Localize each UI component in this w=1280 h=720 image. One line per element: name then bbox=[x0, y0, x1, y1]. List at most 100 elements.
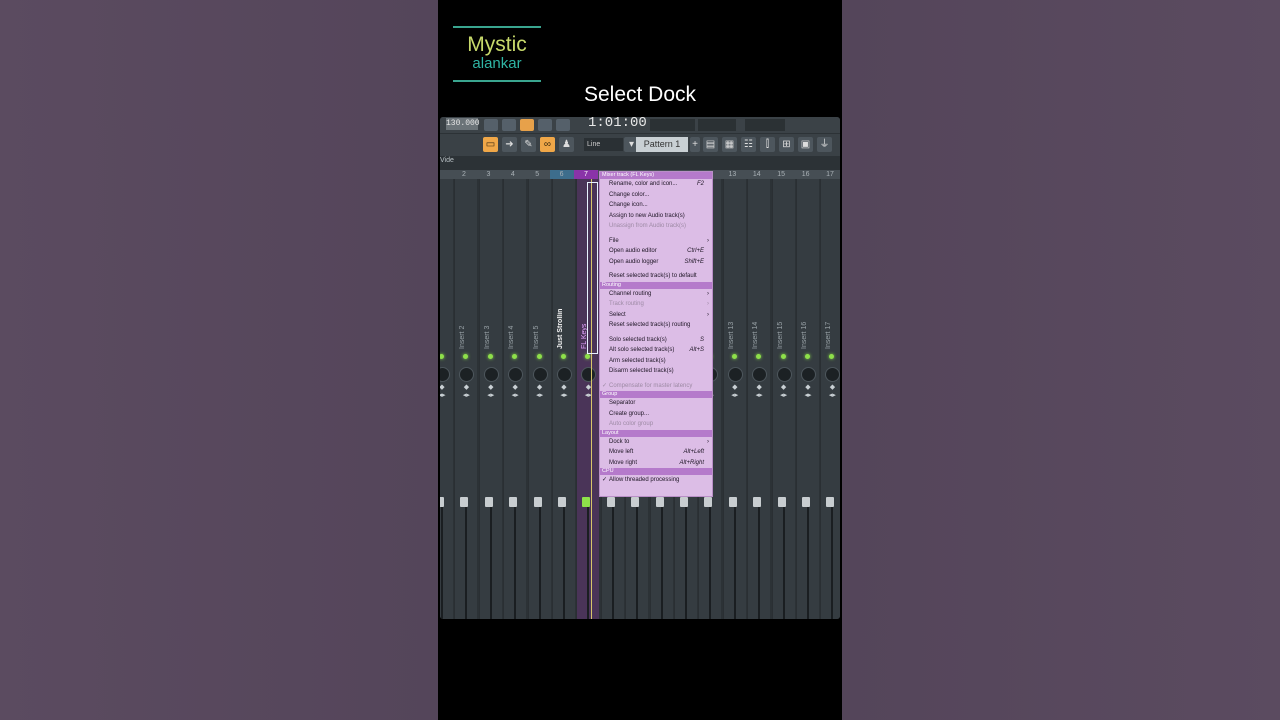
menu-item[interactable]: Open audio logger Shift+E bbox=[600, 257, 712, 268]
menu-item[interactable]: Arm selected track(s) bbox=[600, 356, 712, 367]
volume-fader[interactable] bbox=[728, 497, 737, 507]
mute-led[interactable] bbox=[731, 354, 737, 359]
volume-fader[interactable] bbox=[777, 497, 786, 507]
stereo-separation-icon[interactable]: ◆◂▸ bbox=[753, 384, 765, 400]
menu-item[interactable]: Move left Alt+Left bbox=[600, 447, 712, 458]
stereo-separation-icon[interactable]: ◆◂▸ bbox=[826, 384, 838, 400]
volume-fader[interactable] bbox=[753, 497, 762, 507]
pan-knob[interactable] bbox=[459, 367, 475, 382]
arrow-right-icon[interactable]: ➜ bbox=[502, 137, 517, 152]
add-pattern-icon[interactable]: + bbox=[690, 137, 700, 152]
plugin-picker-icon[interactable]: ⊞ bbox=[779, 137, 794, 152]
track-number[interactable]: 7 bbox=[574, 170, 598, 179]
volume-fader[interactable] bbox=[582, 497, 591, 507]
volume-fader[interactable] bbox=[460, 497, 469, 507]
mixer-strip[interactable]: Insert 14 ◆ ◂▸ bbox=[747, 179, 771, 619]
volume-fader[interactable] bbox=[558, 497, 566, 507]
stereo-separation-icon[interactable]: ◆◂▸ bbox=[729, 384, 741, 400]
stereo-separation-icon[interactable]: ◆◂▸ bbox=[460, 384, 472, 400]
pan-knob[interactable] bbox=[532, 367, 548, 382]
pan-knob[interactable] bbox=[508, 367, 524, 382]
mixer-strip[interactable]: Insert 13 ◆ ◂▸ bbox=[722, 179, 746, 619]
mixer-icon[interactable]: ⫿ bbox=[760, 137, 775, 152]
menu-item[interactable]: Dock to › bbox=[600, 437, 712, 448]
menu-item[interactable]: Reset selected track(s) routing bbox=[600, 320, 712, 331]
tempo-display[interactable]: 130.000 bbox=[446, 118, 480, 130]
track-number[interactable]: 14 bbox=[745, 170, 769, 179]
menu-item[interactable]: Assign to new Audio track(s) bbox=[600, 211, 712, 222]
snap-select[interactable]: Line bbox=[584, 138, 623, 151]
menu-item[interactable]: Select › bbox=[600, 310, 712, 321]
stereo-separation-icon[interactable]: ◆◂▸ bbox=[802, 384, 814, 400]
mixer-strip[interactable]: Insert 4 ◆ ◂▸ bbox=[503, 179, 527, 619]
menu-item[interactable]: Alt solo selected track(s) Alt+S bbox=[600, 345, 712, 356]
pan-knob[interactable] bbox=[727, 367, 743, 382]
mixer-strip[interactable]: Insert 5 ◆ ◂▸ bbox=[527, 179, 551, 619]
track-number[interactable]: 13 bbox=[720, 170, 744, 179]
mute-led[interactable] bbox=[756, 354, 762, 359]
mute-led[interactable] bbox=[487, 354, 493, 359]
volume-fader[interactable] bbox=[826, 497, 835, 507]
blend-notes-icon[interactable] bbox=[556, 119, 570, 131]
mute-led[interactable] bbox=[463, 354, 469, 359]
volume-fader[interactable] bbox=[440, 497, 444, 507]
pan-knob[interactable] bbox=[752, 367, 768, 382]
channel-rack-icon[interactable]: ▦ bbox=[722, 137, 737, 152]
countdown-icon[interactable] bbox=[520, 119, 534, 131]
track-number[interactable]: 3 bbox=[476, 170, 500, 179]
plug-icon[interactable]: ⏚ bbox=[817, 137, 832, 152]
mute-led[interactable] bbox=[561, 354, 566, 359]
menu-item[interactable]: Unassign from Audio track(s) bbox=[600, 221, 712, 232]
track-number[interactable]: 5 bbox=[525, 170, 549, 179]
volume-fader[interactable] bbox=[484, 497, 493, 507]
browser-icon[interactable]: ▣ bbox=[798, 137, 813, 152]
volume-fader[interactable] bbox=[704, 497, 713, 507]
track-number[interactable]: 6 bbox=[549, 170, 574, 179]
menu-item[interactable]: Separator bbox=[600, 398, 712, 409]
menu-item[interactable]: Move right Alt+Right bbox=[600, 458, 712, 469]
mute-led[interactable] bbox=[829, 354, 835, 359]
volume-fader[interactable] bbox=[631, 497, 640, 507]
menu-item[interactable]: Track routing › bbox=[600, 299, 712, 310]
pan-knob[interactable] bbox=[440, 367, 450, 382]
pan-knob[interactable] bbox=[776, 367, 792, 382]
mute-led[interactable] bbox=[585, 354, 591, 359]
mixer-strip[interactable]: ◆◂▸ bbox=[440, 179, 453, 619]
menu-item[interactable]: Change icon... bbox=[600, 200, 712, 211]
mixer-strip[interactable]: Insert 15 ◆ ◂▸ bbox=[771, 179, 795, 619]
step-edit-icon[interactable] bbox=[538, 119, 552, 131]
menu-item[interactable]: Create group... bbox=[600, 409, 712, 420]
brush-icon[interactable]: ✎ bbox=[521, 137, 536, 152]
volume-fader[interactable] bbox=[680, 497, 688, 507]
metronome-icon[interactable] bbox=[484, 119, 498, 131]
mixer-strip[interactable]: Insert 17 ◆ ◂▸ bbox=[820, 179, 840, 619]
mute-led[interactable] bbox=[780, 354, 786, 359]
mute-led[interactable] bbox=[536, 354, 542, 359]
menu-item[interactable]: Channel routing › bbox=[600, 289, 712, 300]
volume-fader[interactable] bbox=[533, 497, 542, 507]
mute-led[interactable] bbox=[805, 354, 810, 359]
piano-icon[interactable]: ☷ bbox=[741, 137, 756, 152]
mute-led[interactable] bbox=[512, 354, 518, 359]
pattern-selector[interactable]: Pattern 1 bbox=[636, 137, 688, 152]
menu-item[interactable]: Rename, color and icon... F2 bbox=[600, 179, 712, 190]
menu-item[interactable]: Solo selected track(s) S bbox=[600, 335, 712, 346]
menu-item-reset-default[interactable]: Reset selected track(s) to default bbox=[600, 271, 712, 282]
stereo-separation-icon[interactable]: ◆◂▸ bbox=[485, 384, 497, 400]
volume-fader[interactable] bbox=[655, 497, 664, 507]
menu-item-threaded[interactable]: ✓ Allow threaded processing bbox=[600, 475, 712, 486]
stereo-separation-icon[interactable]: ◆◂▸ bbox=[534, 384, 546, 400]
menu-item-compensate[interactable]: ✓ Compensate for master latency bbox=[600, 381, 712, 392]
menu-item[interactable]: Change color... bbox=[600, 190, 712, 201]
mixer-strip[interactable]: Insert 3 ◆ ◂▸ bbox=[478, 179, 502, 619]
stereo-separation-icon[interactable]: ◆◂▸ bbox=[509, 384, 521, 400]
playlist-icon[interactable]: ▤ bbox=[703, 137, 718, 152]
piano-roll-icon[interactable]: ▭ bbox=[483, 137, 498, 152]
volume-fader[interactable] bbox=[802, 497, 810, 507]
menu-item[interactable]: Disarm selected track(s) bbox=[600, 366, 712, 377]
stamp-icon[interactable]: ♟ bbox=[559, 137, 574, 152]
volume-fader[interactable] bbox=[509, 497, 518, 507]
pan-knob[interactable] bbox=[825, 367, 840, 382]
stereo-separation-icon[interactable]: ◆◂▸ bbox=[582, 384, 594, 400]
mixer-strip[interactable]: Insert 16 ◆ ◂▸ bbox=[796, 179, 819, 619]
